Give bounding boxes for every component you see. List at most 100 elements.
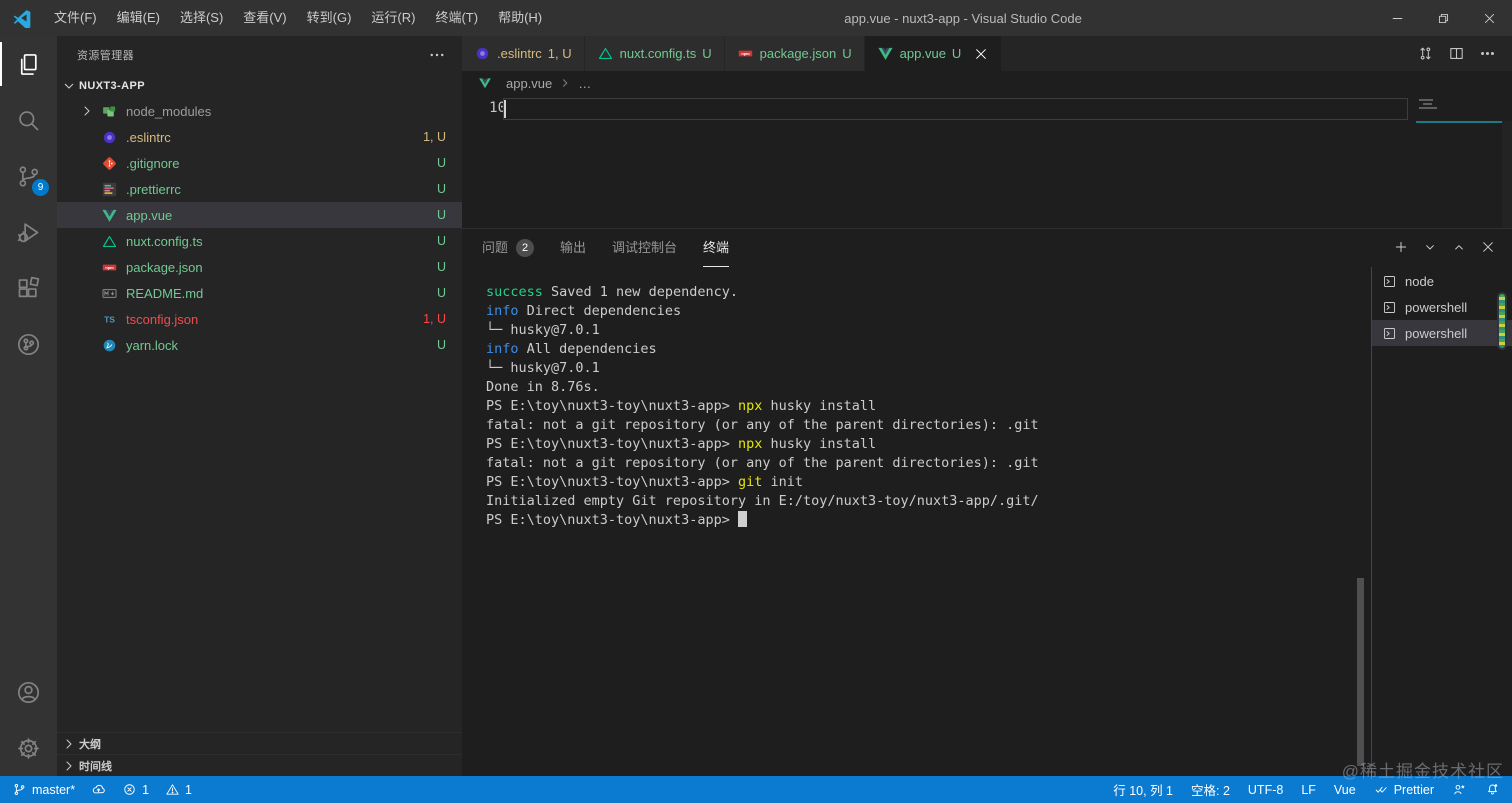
menu-item-3[interactable]: 查看(V) (233, 0, 296, 36)
node-modules-icon (101, 103, 118, 120)
activity-remote-git[interactable] (0, 316, 57, 372)
statusbar-left-0[interactable]: master* (12, 782, 75, 797)
terminal-output[interactable]: success Saved 1 new dependency. info Dire… (462, 267, 1371, 776)
cloud-sync-icon (91, 782, 106, 797)
vscode-logo-icon (12, 8, 32, 28)
chevron-down-icon[interactable] (1422, 239, 1438, 255)
file-label: package.json (126, 259, 203, 275)
panel-tab-调试控制台[interactable]: 调试控制台 (612, 229, 677, 267)
settings-gear-icon (15, 735, 42, 762)
file-row-package.json[interactable]: npm package.json U (57, 254, 462, 280)
menu-item-5[interactable]: 运行(R) (361, 0, 425, 36)
terminal-label: node (1405, 273, 1434, 289)
chevron-down-icon (61, 78, 77, 94)
terminal-line: └─ husky@7.0.1 (486, 322, 600, 338)
terminal-instance-1[interactable]: powershell (1372, 294, 1512, 320)
activity-settings-gear[interactable] (0, 720, 57, 776)
tab-badge: 1, U (547, 46, 572, 61)
terminal-list: node powershell powershell (1371, 267, 1512, 776)
activity-search[interactable] (0, 92, 57, 148)
activity-explorer[interactable] (0, 36, 57, 92)
statusbar-right-3[interactable]: LF (1301, 783, 1316, 797)
file-row-node_modules[interactable]: node_modules (57, 98, 462, 124)
file-row-nuxt.config.ts[interactable]: nuxt.config.ts U (57, 228, 462, 254)
bottom-panel: 问题 2 输出 调试控制台 终端 success Saved 1 new depende… (462, 229, 1512, 776)
tree-root-nuxt3-app[interactable]: NUXT3-APP (57, 74, 462, 98)
statusbar-left-2[interactable]: 1 (122, 782, 149, 797)
compare-changes-icon[interactable] (1417, 45, 1434, 62)
statusbar-right-1[interactable]: 空格: 2 (1191, 780, 1230, 799)
terminal-instance-0[interactable]: node (1372, 268, 1512, 294)
activity-source-control[interactable]: 9 (0, 148, 57, 204)
terminal-line: Initialized empty Git repository in E:/t… (486, 493, 1039, 509)
menu-item-0[interactable]: 文件(F) (44, 0, 107, 36)
restore-icon (1436, 11, 1451, 26)
file-row-README.md[interactable]: README.md U (57, 280, 462, 306)
activity-accounts[interactable] (0, 664, 57, 720)
file-row-.prettierrc[interactable]: .prettierrc U (57, 176, 462, 202)
section-0[interactable]: 大纲 (57, 732, 462, 754)
tab-app.vue[interactable]: app.vue U (864, 36, 1002, 71)
terminal-scrollbar[interactable] (1357, 578, 1364, 766)
tab-label: app.vue (899, 46, 946, 61)
statusbar-left-1[interactable] (91, 782, 106, 797)
terminal-line: info All dependencies (486, 341, 657, 357)
file-row-.gitignore[interactable]: .gitignore U (57, 150, 462, 176)
statusbar-right-7[interactable] (1485, 782, 1500, 797)
panel-tab-终端[interactable]: 终端 (703, 229, 729, 267)
tab-package.json[interactable]: npm package.json U (724, 36, 864, 71)
tab-nuxt.config.ts[interactable]: nuxt.config.ts U (584, 36, 724, 71)
window-title: app.vue - nuxt3-app - Visual Studio Code (844, 10, 1082, 26)
statusbar-right-0[interactable]: 行 10, 列 1 (1113, 780, 1173, 799)
restore-button[interactable] (1420, 0, 1466, 36)
remote-git-icon (15, 331, 42, 358)
terminal-icon (1382, 274, 1397, 289)
plus-icon[interactable] (1393, 239, 1409, 255)
more-actions-icon[interactable] (428, 46, 446, 64)
panel-tab-问题[interactable]: 问题 2 (482, 229, 535, 267)
statusbar-right-5[interactable]: Prettier (1374, 782, 1434, 797)
statusbar-left-3[interactable]: 1 (165, 782, 192, 797)
section-1[interactable]: 时间线 (57, 754, 462, 776)
close-icon[interactable] (1480, 239, 1496, 255)
file-row-.eslintrc[interactable]: .eslintrc 1, U (57, 124, 462, 150)
minimize-button[interactable] (1374, 0, 1420, 36)
menu-item-6[interactable]: 终端(T) (425, 0, 488, 36)
nuxt-icon (101, 233, 118, 250)
file-row-tsconfig.json[interactable]: TS tsconfig.json 1, U (57, 306, 462, 332)
status-bar: master* 1 1 行 10, 列 1 空格: 2 UTF-8 LF Vue Pretti… (0, 776, 1512, 803)
terminal-list-scrollbar[interactable] (1497, 292, 1507, 350)
editor-scrollbar[interactable] (1502, 121, 1512, 228)
file-row-yarn.lock[interactable]: yarn.lock U (57, 332, 462, 358)
editor-content[interactable]: 10 (462, 95, 1512, 229)
chevron-up-icon[interactable] (1451, 239, 1467, 255)
breadcrumb[interactable]: app.vue … (462, 71, 1512, 95)
terminal-label: powershell (1405, 325, 1468, 341)
git-status-badge: U (436, 260, 446, 274)
menu-item-1[interactable]: 编辑(E) (107, 0, 170, 36)
menu-item-2[interactable]: 选择(S) (170, 0, 233, 36)
terminal-instance-2[interactable]: powershell (1372, 320, 1512, 346)
split-editor-icon[interactable] (1448, 45, 1465, 62)
statusbar-right-6[interactable] (1452, 782, 1467, 797)
file-row-app.vue[interactable]: app.vue U (57, 202, 462, 228)
file-label: app.vue (126, 207, 173, 223)
activity-extensions[interactable] (0, 260, 57, 316)
menu-item-7[interactable]: 帮助(H) (488, 0, 552, 36)
git-icon (101, 155, 118, 172)
npm-icon: npm (101, 259, 118, 276)
activity-run-debug[interactable] (0, 204, 57, 260)
panel-tab-label: 问题 (482, 240, 509, 255)
close-button[interactable] (1466, 0, 1512, 36)
editor-tab-bar: .eslintrc 1, U nuxt.config.ts Unpm package.j… (462, 36, 1512, 71)
svg-text:TS: TS (104, 314, 115, 324)
statusbar-right-4[interactable]: Vue (1334, 783, 1356, 797)
tab-.eslintrc[interactable]: .eslintrc 1, U (462, 36, 584, 71)
svg-text:npm: npm (105, 265, 114, 270)
statusbar-right-2[interactable]: UTF-8 (1248, 783, 1283, 797)
more-actions-icon[interactable] (1479, 45, 1496, 62)
close-tab-icon[interactable] (973, 46, 989, 62)
panel-content: success Saved 1 new dependency. info Dire… (462, 267, 1512, 776)
panel-tab-输出[interactable]: 输出 (560, 229, 586, 267)
menu-item-4[interactable]: 转到(G) (297, 0, 362, 36)
